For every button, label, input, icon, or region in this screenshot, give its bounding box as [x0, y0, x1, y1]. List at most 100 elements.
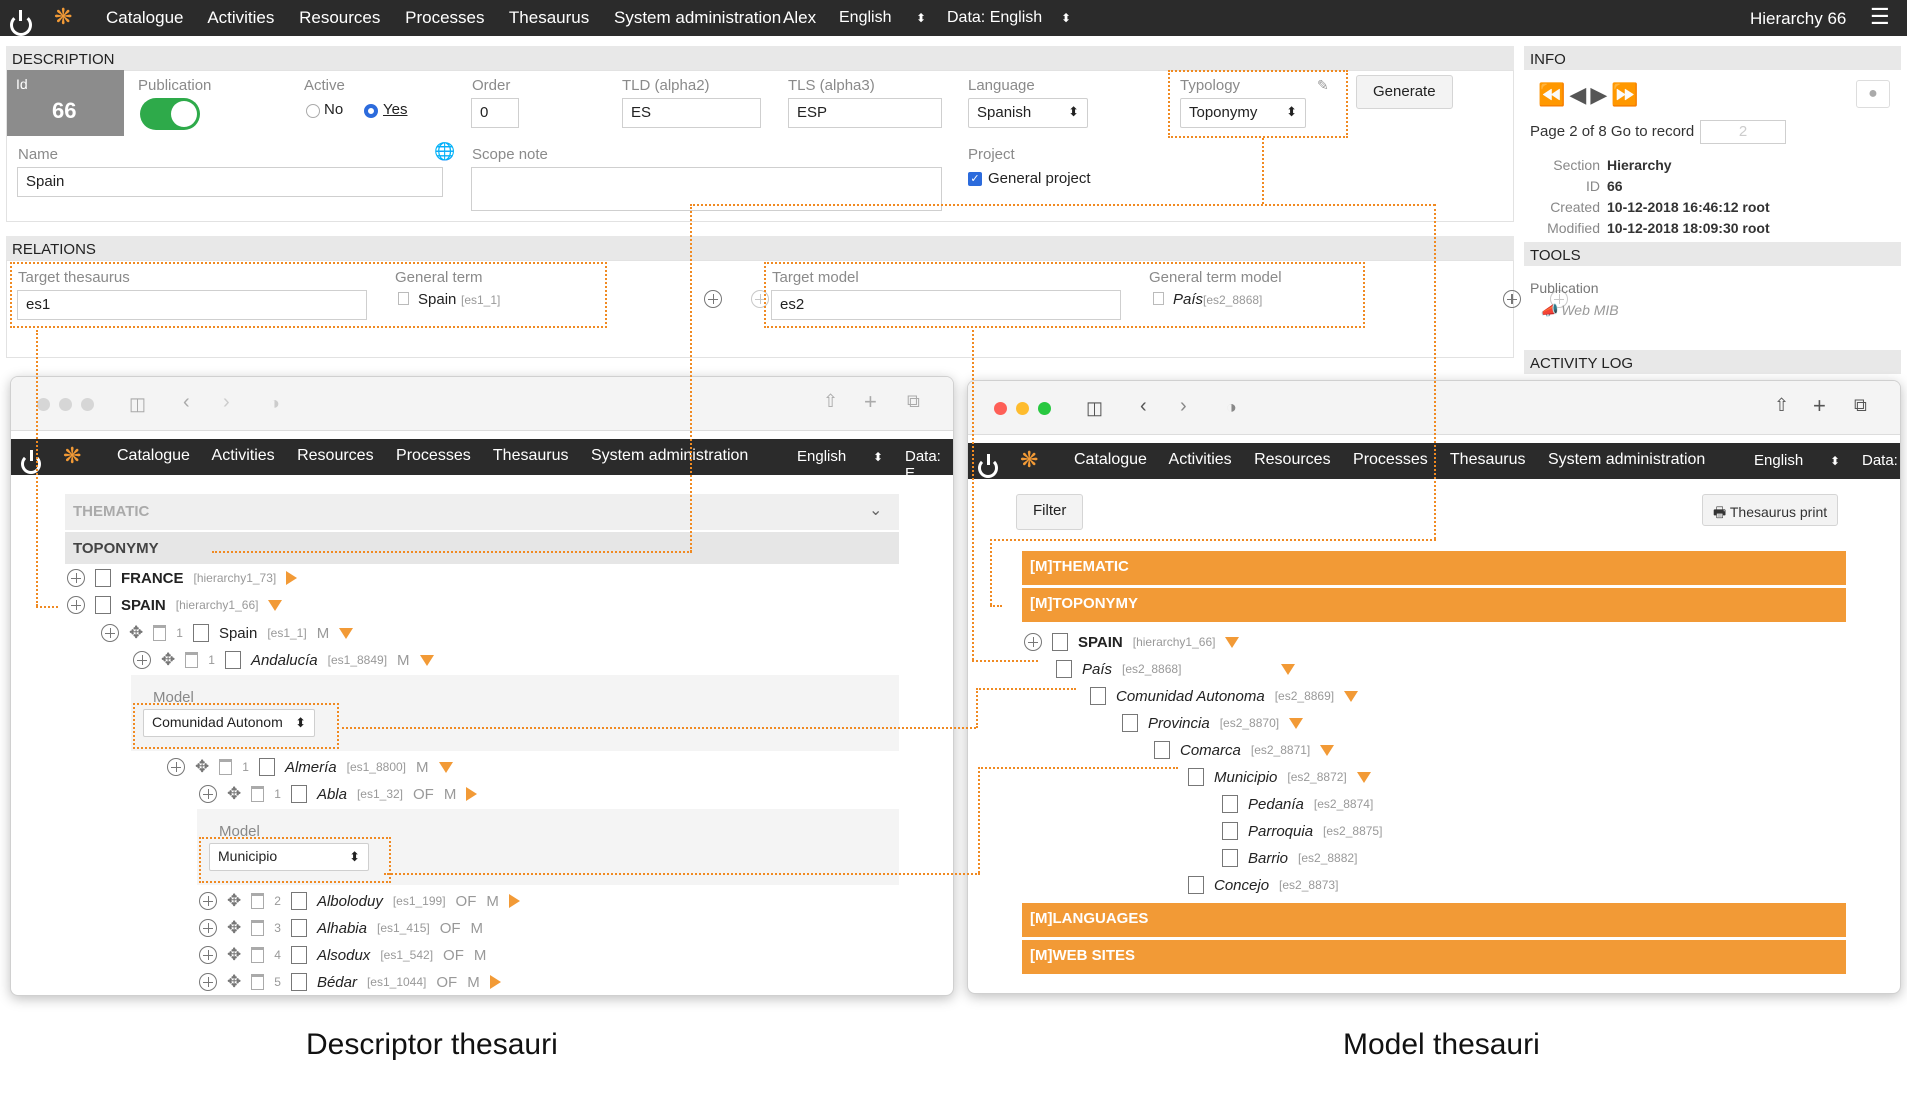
- close-dot-icon[interactable]: [37, 398, 50, 411]
- menu-item-catalogue[interactable]: Catalogue: [117, 447, 190, 464]
- edit-icon[interactable]: [1052, 633, 1068, 651]
- edit-icon[interactable]: [1056, 660, 1072, 678]
- active-yes-radio[interactable]: [364, 104, 378, 118]
- general-term-checkbox[interactable]: [398, 292, 409, 305]
- tld-input[interactable]: ES: [622, 98, 761, 128]
- shield-icon[interactable]: ◑: [1226, 397, 1237, 418]
- zoom-dot-icon[interactable]: [81, 398, 94, 411]
- of-flag[interactable]: OF: [440, 920, 461, 937]
- edit-icon[interactable]: [290, 973, 307, 991]
- tabs-icon[interactable]: ⧉: [1854, 395, 1867, 416]
- expand-icon[interactable]: [133, 651, 151, 669]
- arrow-right-icon[interactable]: [508, 894, 520, 908]
- move-icon[interactable]: ✥: [227, 891, 241, 911]
- target-model-input[interactable]: es2: [771, 290, 1121, 320]
- move-icon[interactable]: ✥: [161, 650, 175, 670]
- close-dot-icon[interactable]: [994, 402, 1007, 415]
- arrow-down-icon[interactable]: [1320, 744, 1335, 756]
- add-circle-icon[interactable]: [1502, 290, 1521, 308]
- expand-icon[interactable]: [199, 946, 217, 964]
- edit-icon[interactable]: [95, 569, 111, 587]
- menu-item-system-administration[interactable]: System administration: [591, 447, 748, 464]
- m-flag[interactable]: M: [317, 625, 330, 642]
- data-language-select[interactable]: Data: English: [947, 9, 1042, 27]
- trash-icon[interactable]: [219, 759, 233, 775]
- publication-toggle[interactable]: [140, 98, 200, 130]
- arrow-right-icon[interactable]: [489, 975, 501, 989]
- tree-row[interactable]: ✥ 1 Spain [es1_1] M: [101, 623, 354, 643]
- menu-item-resources[interactable]: Resources: [299, 8, 380, 27]
- web-sites-bar[interactable]: [M]WEB SITES: [1022, 940, 1846, 974]
- m-flag[interactable]: M: [397, 652, 410, 669]
- arrow-right-icon[interactable]: [466, 787, 478, 801]
- model-tree-row[interactable]: Parroquia [es2_8875]: [1222, 822, 1382, 840]
- tabs-icon[interactable]: ⧉: [907, 391, 920, 412]
- edit-icon[interactable]: [290, 946, 307, 964]
- edit-icon[interactable]: [1122, 714, 1138, 732]
- shield-icon[interactable]: ◑: [269, 393, 280, 414]
- trash-icon[interactable]: [153, 625, 167, 641]
- turtle-logo-icon[interactable]: ❋: [54, 4, 72, 30]
- edit-icon[interactable]: [192, 624, 209, 642]
- share-icon[interactable]: ⇧: [823, 391, 838, 412]
- model-tree-row[interactable]: Comarca [es2_8871]: [1154, 741, 1335, 759]
- trash-icon[interactable]: [251, 786, 265, 802]
- arrow-down-icon[interactable]: [268, 599, 283, 611]
- trash-icon[interactable]: [185, 652, 199, 668]
- thematic-bar[interactable]: [M]THEMATIC: [1022, 551, 1846, 585]
- arrow-right-icon[interactable]: [286, 571, 298, 585]
- new-tab-icon[interactable]: +: [864, 389, 877, 415]
- minimize-dot-icon[interactable]: [1016, 402, 1029, 415]
- edit-icon[interactable]: [95, 596, 111, 614]
- m-flag[interactable]: M: [444, 786, 457, 803]
- user-name[interactable]: Alex: [783, 8, 816, 28]
- model-tree-row[interactable]: País [es2_8868]: [1056, 660, 1296, 678]
- menu-item-catalogue[interactable]: Catalogue: [106, 8, 184, 27]
- of-flag[interactable]: OF: [436, 974, 457, 991]
- edit-icon[interactable]: [290, 785, 307, 803]
- edit-icon[interactable]: [290, 892, 307, 910]
- edit-icon[interactable]: [224, 651, 241, 669]
- expand-icon[interactable]: [67, 596, 85, 614]
- edit-icon[interactable]: [1188, 768, 1204, 786]
- generate-button[interactable]: Generate: [1356, 75, 1453, 109]
- target-thesaurus-input[interactable]: es1: [17, 290, 367, 320]
- expand-icon[interactable]: [67, 569, 85, 587]
- tree-row[interactable]: ✥ 1 Almería [es1_8800] M: [167, 757, 453, 777]
- of-flag[interactable]: OF: [456, 893, 477, 910]
- move-icon[interactable]: ✥: [227, 918, 241, 938]
- trash-icon[interactable]: [251, 893, 265, 909]
- m-flag[interactable]: M: [416, 759, 429, 776]
- back-icon[interactable]: ‹: [183, 391, 190, 414]
- menu-item-resources[interactable]: Resources: [1254, 451, 1330, 468]
- edit-icon[interactable]: [1188, 876, 1204, 894]
- arrow-down-icon[interactable]: [1356, 771, 1371, 783]
- menu-item-system-administration[interactable]: System administration: [614, 8, 781, 27]
- toponymy-bar[interactable]: [M]TOPONYMY: [1022, 588, 1846, 622]
- move-icon[interactable]: ✥: [129, 623, 143, 643]
- chevron-down-icon[interactable]: ⌄: [869, 500, 882, 520]
- expand-icon[interactable]: [199, 892, 217, 910]
- trash-icon[interactable]: [251, 947, 265, 963]
- model-tree-row[interactable]: Comunidad Autonoma [es2_8869]: [1090, 687, 1359, 705]
- menu-item-catalogue[interactable]: Catalogue: [1074, 451, 1147, 468]
- move-icon[interactable]: ✥: [227, 945, 241, 965]
- tree-row[interactable]: ✥ 1 Abla [es1_32] OF M: [199, 784, 478, 804]
- power-icon[interactable]: [978, 454, 998, 478]
- language-select[interactable]: English: [839, 9, 891, 27]
- model-tree-row-spain[interactable]: SPAIN [hierarchy1_66]: [1024, 633, 1240, 651]
- turtle-logo-icon[interactable]: ❋: [1020, 447, 1038, 473]
- zoom-dot-icon[interactable]: [1038, 402, 1051, 415]
- data-language-select[interactable]: Data:: [1862, 452, 1898, 469]
- active-no-radio[interactable]: [306, 104, 320, 118]
- share-icon[interactable]: ⇧: [1774, 395, 1789, 416]
- thematic-row[interactable]: THEMATIC ⌄: [65, 494, 899, 530]
- of-flag[interactable]: OF: [413, 786, 434, 803]
- arrow-down-icon[interactable]: [1289, 717, 1304, 729]
- language-select[interactable]: English: [797, 448, 846, 465]
- edit-icon[interactable]: [1222, 849, 1238, 867]
- name-input[interactable]: Spain: [17, 167, 443, 197]
- list-menu-icon[interactable]: ☰: [1870, 4, 1890, 30]
- menu-item-activities[interactable]: Activities: [1169, 451, 1232, 468]
- tree-row[interactable]: ✥ 4 Alsodux [es1_542] OF M: [199, 945, 486, 965]
